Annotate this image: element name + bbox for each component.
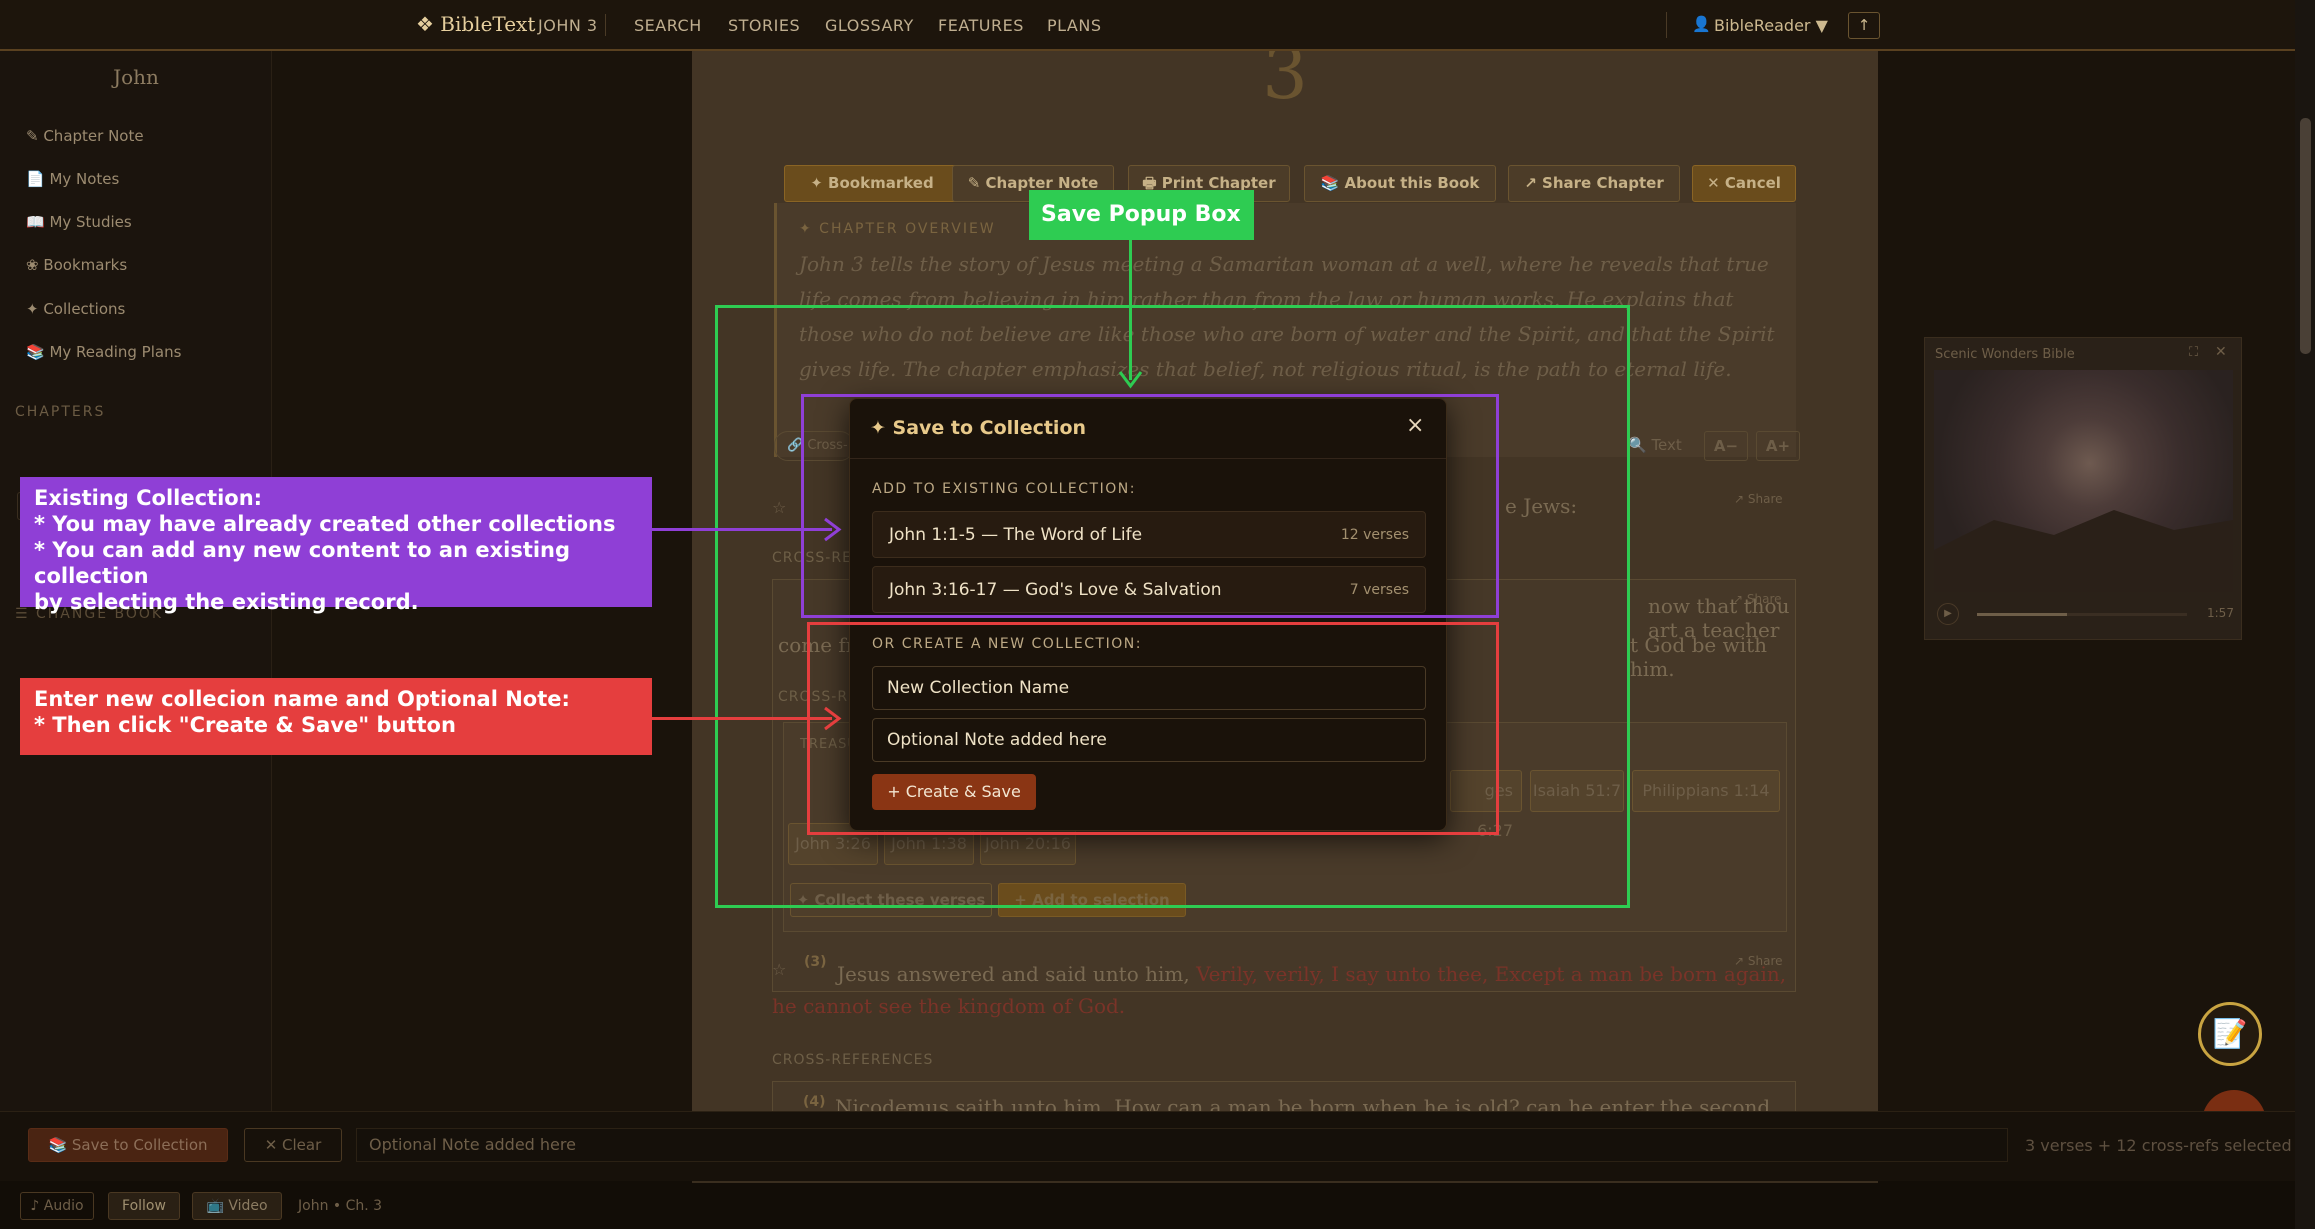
new-collection-arrowhead bbox=[824, 706, 842, 731]
share-verse-link[interactable]: ↗ Share bbox=[1733, 592, 1782, 606]
nav-plans[interactable]: PLANS bbox=[1047, 16, 1102, 35]
play-icon[interactable]: ▶ bbox=[1937, 603, 1959, 625]
verse-3-words-of-jesus: Verily, verily, I say unto thee, Except … bbox=[1196, 962, 1787, 986]
new-collection-outline bbox=[807, 622, 1499, 835]
save-popup-arrow-line bbox=[1129, 240, 1132, 380]
selection-note-input[interactable]: Optional Note added here bbox=[356, 1128, 2008, 1162]
app-root: ❖ BibleText JOHN 3 SEARCH STORIES GLOSSA… bbox=[0, 0, 2315, 1229]
star-icon[interactable]: ☆ bbox=[772, 960, 786, 979]
existing-collection-callout: Existing Collection: * You may have alre… bbox=[20, 477, 652, 614]
existing-arrowhead bbox=[824, 517, 842, 542]
existing-callout-line: * You can add any new content to an exis… bbox=[34, 538, 571, 588]
existing-callout-line: * You may have already created other col… bbox=[34, 512, 616, 536]
save-to-collection-button[interactable]: 📚 Save to Collection bbox=[28, 1128, 228, 1162]
selection-bar: 📚 Save to Collection ✕ Clear Optional No… bbox=[0, 1111, 2295, 1181]
cancel-button[interactable]: ✕ Cancel bbox=[1692, 165, 1796, 202]
existing-callout-line: by selecting the existing record. bbox=[34, 590, 419, 614]
nav-search[interactable]: SEARCH bbox=[634, 16, 702, 35]
nav-divider bbox=[605, 14, 606, 36]
nav-stories[interactable]: STORIES bbox=[728, 16, 800, 35]
text-toggle[interactable]: 🔍 Text bbox=[1628, 436, 1682, 454]
close-icon[interactable]: ✕ bbox=[2215, 344, 2227, 360]
about-book-button[interactable]: 📚 About this Book bbox=[1304, 165, 1496, 202]
existing-collection-outline bbox=[801, 394, 1499, 618]
sidebar-item-my-studies[interactable]: 📖 My Studies bbox=[26, 213, 132, 231]
sidebar-item-chapter-note[interactable]: ✎ Chapter Note bbox=[26, 127, 144, 145]
footer-divider bbox=[692, 1181, 1878, 1183]
sidebar-book-title: John bbox=[113, 65, 159, 89]
share-verse-link[interactable]: ↗ Share bbox=[1734, 492, 1783, 506]
existing-arrow-line bbox=[652, 528, 832, 531]
new-collection-callout: Enter new collecion name and Optional No… bbox=[20, 678, 652, 755]
existing-callout-title: Existing Collection: bbox=[34, 486, 263, 510]
verse-3-text: Jesus answered and said unto him, Verily… bbox=[837, 955, 1797, 994]
video-progress-track[interactable] bbox=[1977, 613, 2187, 616]
video-time: 1:57 bbox=[2207, 606, 2234, 620]
verse-4-block: (4) Nicodemus saith unto him, How can a … bbox=[772, 1081, 1796, 1111]
verse-4-text: Nicodemus saith unto him, How can a man … bbox=[835, 1095, 1771, 1111]
user-icon: 👤 bbox=[1692, 15, 1711, 33]
video-progress-fill bbox=[1977, 613, 2068, 616]
chapter-number: 3 bbox=[1262, 51, 1308, 115]
new-callout-line: * Then click "Create & Save" button bbox=[34, 713, 456, 737]
new-collection-arrow-line bbox=[652, 717, 832, 720]
video-title: Scenic Wonders Bible bbox=[1935, 347, 2075, 362]
audio-button[interactable]: ♪ Audio bbox=[20, 1192, 94, 1220]
bookmarked-button[interactable]: ✦ Bookmarked bbox=[784, 165, 960, 202]
verse-4-number: (4) bbox=[803, 1094, 826, 1110]
verse-3-number: (3) bbox=[804, 954, 827, 970]
nav-divider bbox=[1666, 12, 1667, 38]
cross-ref-chip[interactable]: Philippians 1:14 bbox=[1632, 770, 1780, 812]
font-increase-button[interactable]: A+ bbox=[1756, 431, 1800, 461]
clear-button[interactable]: ✕ Clear bbox=[244, 1128, 342, 1162]
brand-logo[interactable]: ❖ BibleText bbox=[416, 12, 535, 36]
top-nav: ❖ BibleText JOHN 3 SEARCH STORIES GLOSSA… bbox=[0, 0, 2295, 51]
verse-3-narration: Jesus answered and said unto him, bbox=[837, 962, 1197, 986]
scrollbar-thumb[interactable] bbox=[2300, 118, 2311, 354]
expand-icon[interactable]: ⛶ bbox=[2189, 345, 2198, 360]
sidebar-item-bookmarks[interactable]: ❀ Bookmarks bbox=[26, 256, 127, 274]
follow-button[interactable]: Follow bbox=[108, 1192, 180, 1220]
share-chapter-button[interactable]: ↗ Share Chapter bbox=[1508, 165, 1680, 202]
footer-location: John • Ch. 3 bbox=[298, 1198, 383, 1214]
verse-3-words-of-jesus-cont: he cannot see the kingdom of God. bbox=[772, 994, 1126, 1018]
verse-2-text-line2-end: t God be with him. bbox=[1630, 633, 1768, 681]
save-popup-arrowhead bbox=[1118, 371, 1143, 389]
user-menu[interactable]: BibleReader ▼ bbox=[1714, 16, 1828, 35]
overview-label: ✦ CHAPTER OVERVIEW bbox=[799, 221, 996, 237]
chapters-heading: CHAPTERS bbox=[15, 404, 106, 420]
new-callout-line: Enter new collecion name and Optional No… bbox=[34, 687, 570, 711]
scroll-top-button[interactable]: ↑ bbox=[1848, 12, 1880, 39]
mountain-silhouette bbox=[1934, 510, 2233, 592]
current-chapter[interactable]: JOHN 3 bbox=[538, 16, 598, 35]
font-decrease-button[interactable]: A− bbox=[1704, 431, 1748, 461]
save-popup-callout: Save Popup Box bbox=[1029, 190, 1254, 240]
video-frame[interactable] bbox=[1934, 370, 2233, 592]
sidebar-item-my-notes[interactable]: 📄 My Notes bbox=[26, 170, 119, 188]
cross-references-label: CROSS-REFERENCES bbox=[772, 1052, 934, 1068]
share-verse-link[interactable]: ↗ Share bbox=[1734, 954, 1783, 968]
sidebar-item-reading-plans[interactable]: 📚 My Reading Plans bbox=[26, 343, 181, 361]
selection-status: 3 verses + 12 cross-refs selected bbox=[2025, 1136, 2292, 1155]
video-button[interactable]: 📺 Video bbox=[192, 1192, 282, 1220]
nav-features[interactable]: FEATURES bbox=[938, 16, 1024, 35]
video-player: Scenic Wonders Bible ⛶ ✕ ▶ 1:57 bbox=[1924, 337, 2242, 640]
footer-bar: ♪ Audio Follow 📺 Video John • Ch. 3 bbox=[0, 1181, 2295, 1229]
nav-glossary[interactable]: GLOSSARY bbox=[825, 16, 914, 35]
notes-fab-icon[interactable]: 📝 bbox=[2198, 1002, 2262, 1066]
sidebar-item-collections[interactable]: ✦ Collections bbox=[26, 300, 125, 318]
